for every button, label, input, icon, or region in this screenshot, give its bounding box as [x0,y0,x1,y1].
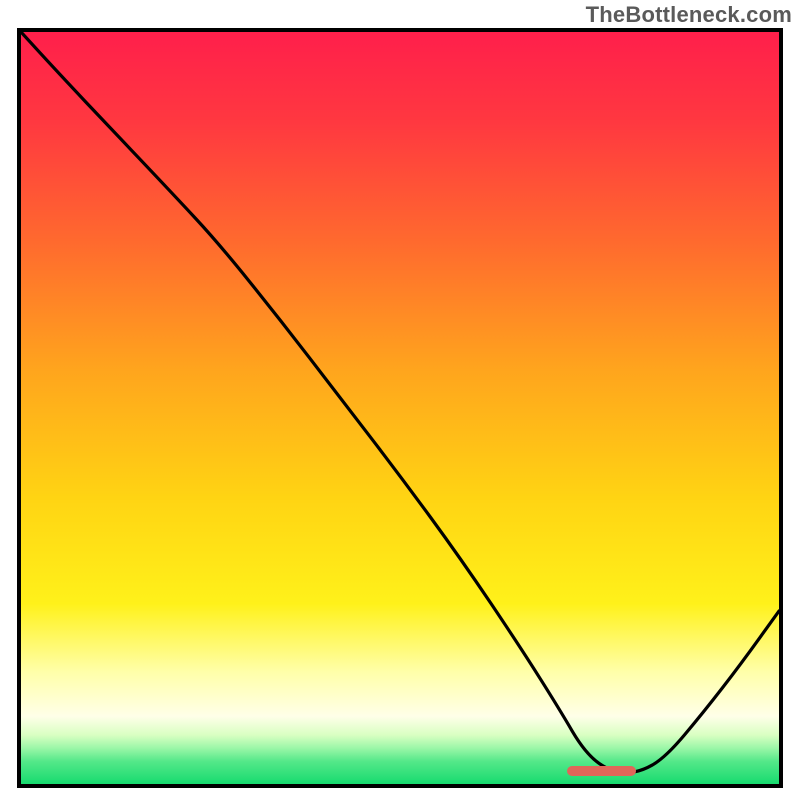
bottleneck-curve-line [21,32,779,773]
chart-stage: TheBottleneck.com [0,0,800,800]
bottleneck-curve-svg [21,32,779,784]
watermark-text: TheBottleneck.com [586,2,792,28]
optimal-range-marker [567,766,637,776]
plot-area [17,28,783,788]
